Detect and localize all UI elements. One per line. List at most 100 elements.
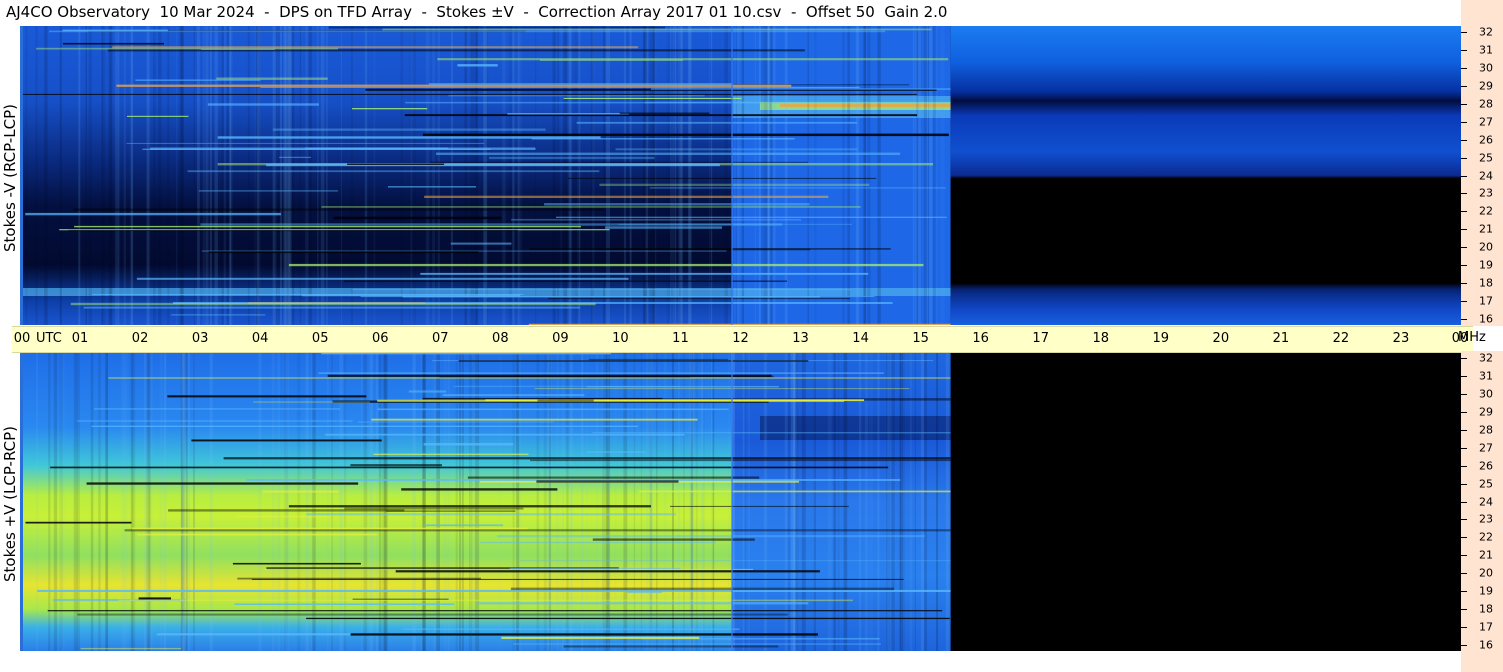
texture-stripe: [202, 26, 205, 325]
interference-line: [83, 306, 581, 309]
interference-line: [650, 88, 951, 90]
texture-stripe: [425, 26, 430, 325]
freq-tick: [1461, 483, 1467, 485]
texture-stripe: [736, 26, 738, 325]
interference-line: [306, 513, 676, 516]
texture-stripe: [773, 26, 776, 325]
interference-line: [167, 395, 367, 398]
texture-stripe: [936, 352, 939, 651]
freq-tick: [1461, 375, 1467, 377]
texture-stripe: [48, 352, 51, 651]
interference-line: [615, 148, 858, 151]
interference-line: [127, 115, 189, 117]
texture-stripe: [607, 352, 609, 651]
interference-line: [563, 97, 742, 99]
bottom-panel-ylabel: Stokes +V (LCP-RCP): [1, 426, 19, 582]
interference-line: [171, 314, 266, 316]
texture-stripe: [688, 26, 691, 325]
interference-line: [321, 206, 861, 208]
texture-stripe: [784, 352, 788, 651]
freq-tick: [1461, 193, 1467, 195]
freq-tick-label: 30: [1479, 387, 1493, 401]
freq-tick: [1461, 609, 1467, 611]
texture-stripe: [563, 26, 568, 325]
texture-stripe: [690, 352, 694, 651]
freq-tick: [1461, 429, 1467, 431]
texture-stripe: [536, 352, 540, 651]
freq-tick: [1461, 121, 1467, 123]
freq-tick: [1461, 175, 1467, 177]
texture-stripe: [326, 26, 328, 325]
texture-stripe: [603, 26, 606, 325]
interference-line: [513, 464, 567, 467]
freq-tick-label: 30: [1479, 61, 1493, 75]
texture-stripe: [629, 26, 632, 325]
interference-line: [63, 42, 164, 45]
texture-stripe: [724, 26, 728, 325]
texture-stripe: [557, 26, 559, 325]
texture-stripe: [672, 352, 674, 651]
texture-stripe: [228, 26, 233, 325]
freq-tick-label: 27: [1479, 115, 1493, 129]
texture-stripe: [279, 26, 282, 325]
texture-stripe: [843, 352, 848, 651]
texture-stripe: [842, 26, 846, 325]
texture-stripe: [552, 26, 556, 325]
interference-line: [453, 385, 680, 388]
spectrogram-top: [20, 26, 1461, 325]
freq-tick-label: 22: [1479, 204, 1493, 218]
texture-stripe: [299, 26, 301, 325]
time-tick-label: 07: [432, 331, 449, 346]
spectrogram-bottom: [20, 352, 1461, 651]
freq-tick: [1461, 265, 1467, 267]
texture-stripe: [247, 26, 250, 325]
texture-stripe: [643, 26, 648, 325]
interference-line: [25, 212, 281, 216]
interference-line: [357, 421, 555, 423]
interference-line: [302, 294, 520, 297]
texture-stripe: [640, 352, 643, 651]
interference-line: [350, 464, 442, 467]
interference-line: [118, 599, 853, 602]
texture-stripe: [784, 26, 788, 325]
interference-line: [619, 112, 710, 115]
texture-stripe: [459, 352, 461, 651]
interference-line: [260, 87, 860, 88]
freq-tick-label: 22: [1479, 530, 1493, 544]
interference-line: [347, 163, 445, 165]
texture-stripe: [118, 26, 121, 325]
interference-line: [420, 272, 869, 275]
interference-line: [422, 133, 949, 137]
time-tick-label: 04: [251, 331, 269, 346]
texture-stripe: [59, 26, 62, 325]
freq-tick-label: 18: [1479, 276, 1493, 290]
texture-stripe: [674, 26, 677, 325]
interference-line: [586, 451, 646, 453]
texture-stripe: [923, 26, 927, 325]
interference-line: [388, 186, 477, 188]
interference-line: [568, 177, 877, 179]
texture-stripe: [123, 26, 126, 325]
texture-stripe: [158, 26, 162, 325]
texture-stripe: [924, 352, 927, 651]
interference-line: [534, 388, 910, 390]
interference-line: [424, 195, 829, 198]
freq-tick-label: 20: [1479, 240, 1493, 254]
texture-stripe: [340, 26, 342, 325]
texture-stripe: [516, 26, 518, 325]
interference-line: [21, 93, 917, 95]
texture-stripe: [436, 352, 440, 651]
interference-line: [599, 183, 870, 186]
texture-stripe: [78, 26, 81, 325]
interference-line: [395, 570, 820, 573]
texture-stripe: [601, 352, 604, 651]
freq-tick-label: 16: [1479, 312, 1493, 326]
top-panel-ylabel: Stokes -V (RCP-LCP): [1, 104, 19, 252]
interference-line: [422, 397, 663, 400]
texture-stripe: [475, 352, 480, 651]
interference-line: [208, 251, 479, 254]
interference-line: [350, 633, 818, 636]
texture-stripe: [556, 352, 559, 651]
interference-line: [80, 647, 181, 650]
texture-stripe: [940, 26, 945, 325]
